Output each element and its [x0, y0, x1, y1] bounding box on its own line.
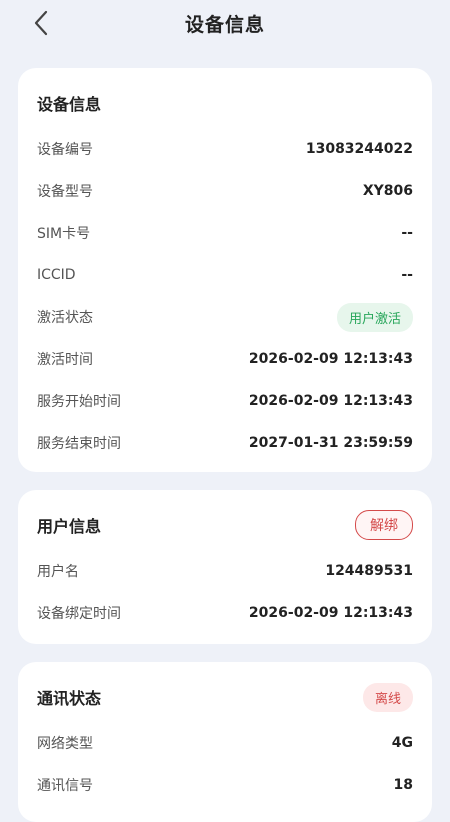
offline-status-badge: 离线 — [362, 682, 413, 712]
row-value: 4G — [391, 735, 413, 751]
row-label: 通讯信号 — [37, 778, 93, 794]
top-bar: 设备信息 — [0, 0, 450, 46]
row-label: 服务结束时间 — [37, 436, 121, 452]
row-label: ICCID — [37, 267, 76, 283]
chevron-left-icon — [34, 10, 48, 36]
user-info-card: 用户信息 解绑 用户名 124489531 设备绑定时间 2026-02-09 … — [18, 490, 432, 644]
row-activation-status: 激活状态 用户激活 — [37, 296, 413, 338]
row-value: 2026-02-09 12:13:43 — [248, 351, 413, 367]
back-button[interactable] — [26, 8, 56, 38]
unbind-button[interactable]: 解绑 — [355, 510, 413, 540]
row-value: -- — [401, 225, 413, 241]
row-value: 2026-02-09 12:13:43 — [248, 393, 413, 409]
row-username: 用户名 124489531 — [37, 550, 413, 592]
row-label: 设备型号 — [37, 184, 93, 200]
row-bind-time: 设备绑定时间 2026-02-09 12:13:43 — [37, 592, 413, 634]
row-label: 设备编号 — [37, 142, 93, 158]
row-label: 用户名 — [37, 564, 79, 580]
row-network-type: 网络类型 4G — [37, 722, 413, 764]
row-value: -- — [401, 267, 413, 283]
row-value: XY806 — [362, 183, 413, 199]
comm-status-card: 通讯状态 离线 网络类型 4G 通讯信号 18 — [18, 662, 432, 822]
device-card-title: 设备信息 — [37, 95, 102, 114]
row-device-model: 设备型号 XY806 — [37, 170, 413, 212]
row-value: 18 — [393, 777, 413, 793]
row-label: 设备绑定时间 — [37, 606, 121, 622]
row-device-id: 设备编号 13083244022 — [37, 128, 413, 170]
user-card-title: 用户信息 — [37, 517, 102, 536]
row-label: 服务开始时间 — [37, 394, 121, 410]
row-activation-time: 激活时间 2026-02-09 12:13:43 — [37, 338, 413, 380]
page-title: 设备信息 — [184, 13, 265, 36]
row-value: 13083244022 — [305, 141, 413, 157]
row-service-start: 服务开始时间 2026-02-09 12:13:43 — [37, 380, 413, 422]
row-value: 2027-01-31 23:59:59 — [248, 435, 413, 451]
comm-card-title: 通讯状态 — [37, 689, 102, 708]
device-info-card: 设备信息 设备编号 13083244022 设备型号 XY806 SIM卡号 -… — [18, 68, 432, 472]
row-value: 124489531 — [325, 563, 413, 579]
row-label: 激活状态 — [37, 310, 93, 326]
row-sim: SIM卡号 -- — [37, 212, 413, 254]
row-label: 网络类型 — [37, 736, 93, 752]
row-label: SIM卡号 — [37, 226, 91, 242]
row-label: 激活时间 — [37, 352, 93, 368]
activation-status-badge: 用户激活 — [336, 302, 413, 332]
row-iccid: ICCID -- — [37, 254, 413, 296]
row-value: 2026-02-09 12:13:43 — [248, 605, 413, 621]
row-service-end: 服务结束时间 2027-01-31 23:59:59 — [37, 422, 413, 464]
